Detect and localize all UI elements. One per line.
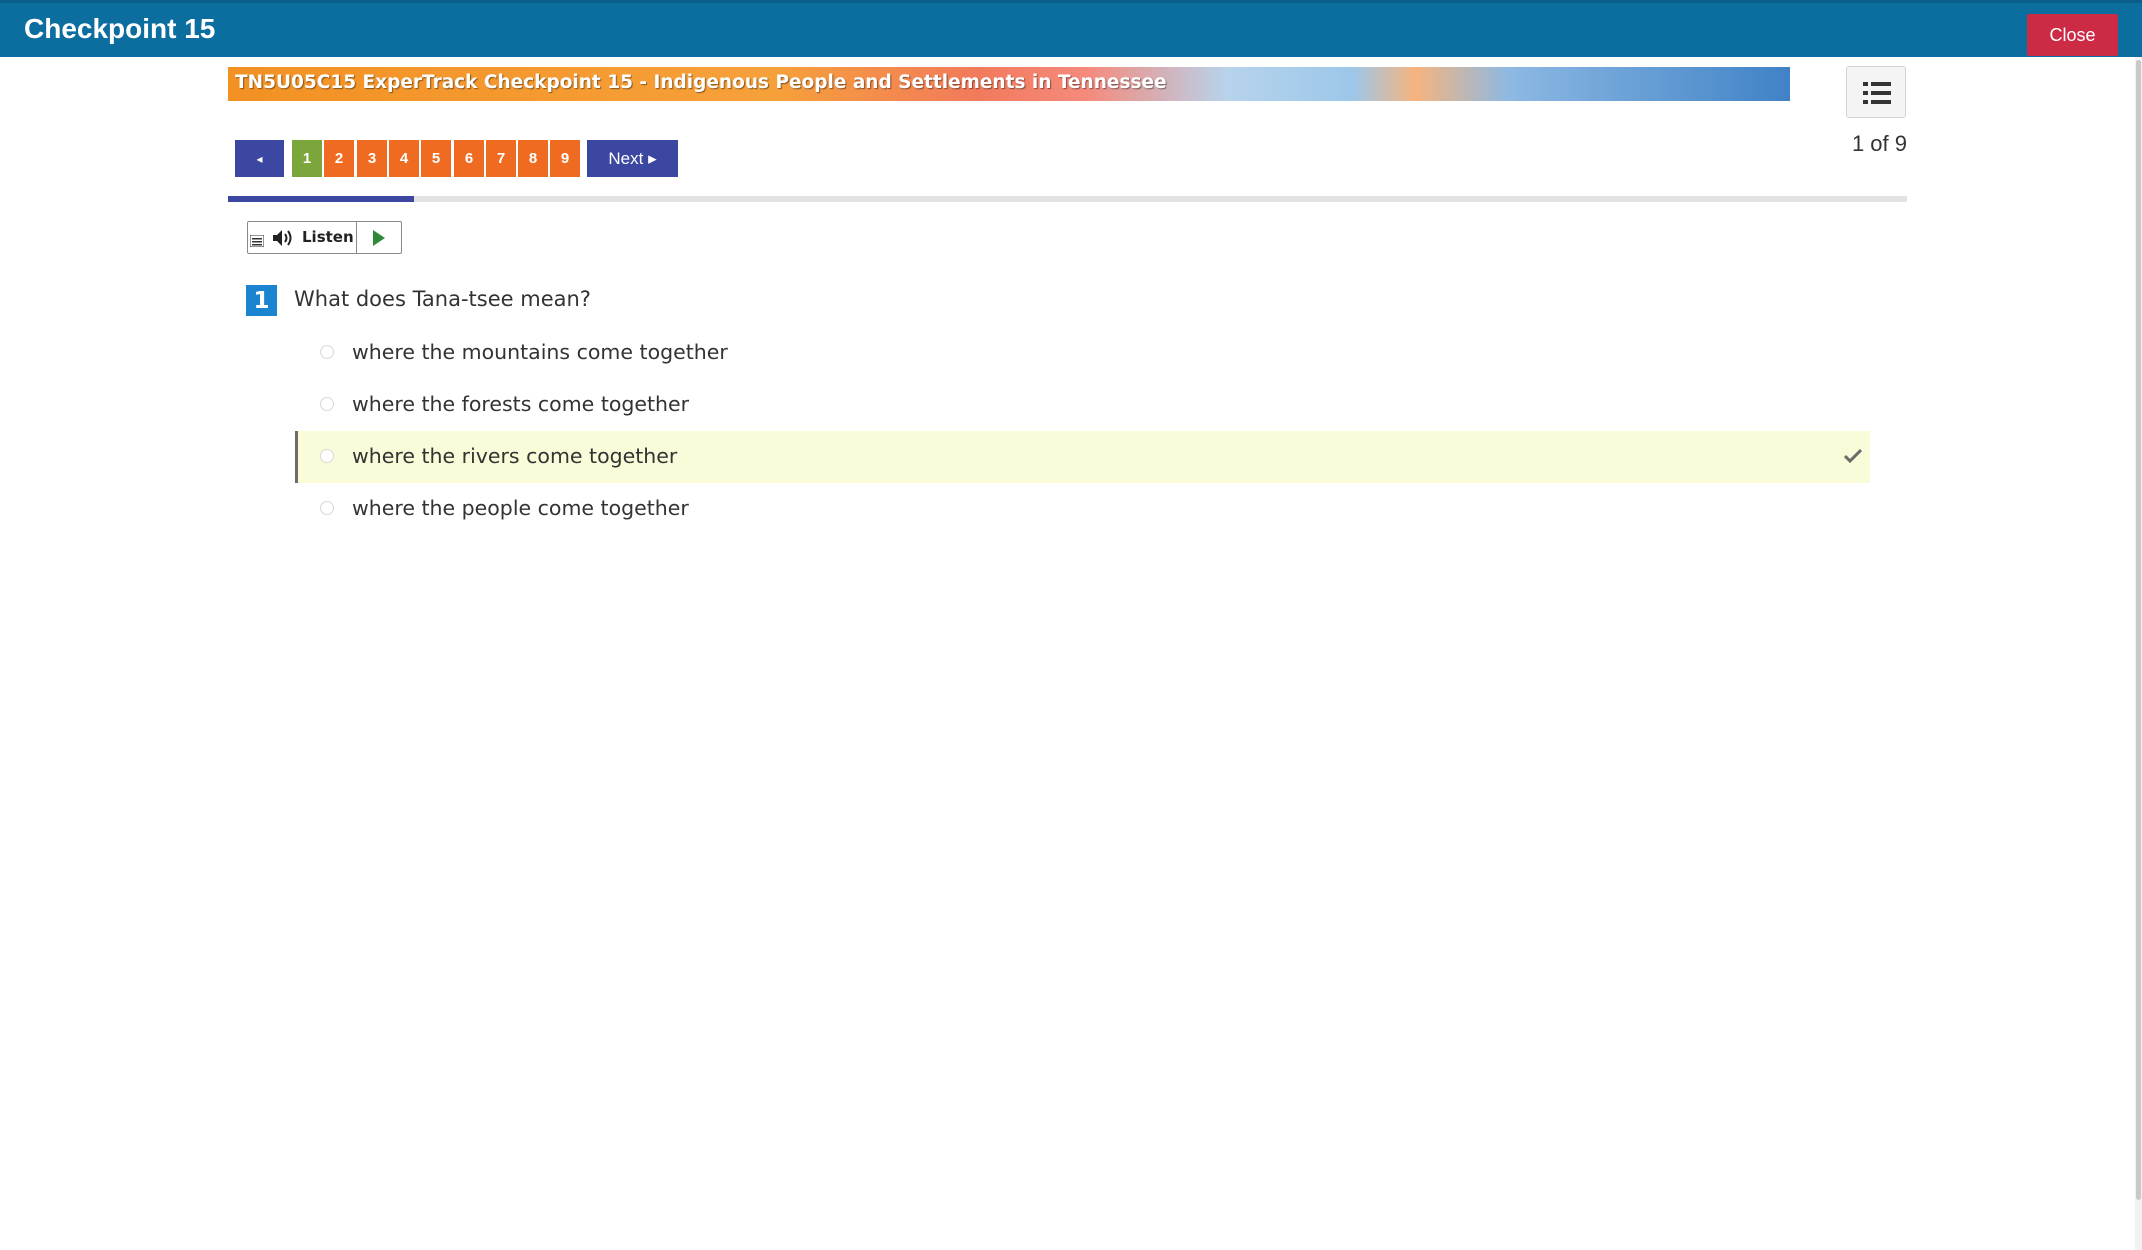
- page-button-9[interactable]: 9: [550, 140, 580, 177]
- answer-option[interactable]: where the mountains come together: [295, 327, 1870, 379]
- scrollbar-thumb[interactable]: [2136, 60, 2141, 1200]
- previous-button[interactable]: ◂: [235, 140, 284, 177]
- page-button-7[interactable]: 7: [486, 140, 516, 177]
- answer-option-label: where the mountains come together: [352, 340, 728, 364]
- question-number-badge: 1: [246, 285, 277, 316]
- page-button-5[interactable]: 5: [421, 140, 451, 177]
- page-button-1[interactable]: 1: [292, 140, 322, 177]
- question-list-button[interactable]: [1846, 66, 1906, 118]
- answer-option-label: where the people come together: [352, 496, 689, 520]
- listen-menu-icon[interactable]: [250, 235, 264, 247]
- close-button[interactable]: Close: [2027, 14, 2118, 56]
- window-title: Checkpoint 15: [24, 13, 216, 44]
- page-button-2[interactable]: 2: [324, 140, 354, 177]
- page-count: 1 of 9: [1851, 131, 1907, 156]
- progress-bar: [228, 196, 1907, 202]
- listen-widget: Listen: [247, 221, 402, 254]
- list-icon: [1863, 82, 1891, 104]
- next-button[interactable]: Next ▸: [587, 140, 678, 177]
- page-button-3[interactable]: 3: [357, 140, 387, 177]
- play-icon: [373, 230, 385, 246]
- radio-button[interactable]: [320, 501, 334, 515]
- listen-divider: [356, 222, 357, 253]
- answer-option[interactable]: where the forests come together: [295, 379, 1870, 431]
- title-bar: Checkpoint 15 Close: [0, 0, 2142, 57]
- progress-fill: [228, 196, 415, 202]
- page-button-8[interactable]: 8: [518, 140, 548, 177]
- page-button-6[interactable]: 6: [454, 140, 484, 177]
- answer-option-label: where the forests come together: [352, 392, 690, 416]
- checkmark-icon: [1844, 448, 1862, 463]
- listen-label: Listen: [302, 228, 354, 246]
- radio-button[interactable]: [320, 449, 334, 463]
- assessment-banner: TN5U05C15 ExperTrack Checkpoint 15 - Ind…: [228, 67, 1790, 101]
- radio-button[interactable]: [320, 345, 334, 359]
- play-button[interactable]: [358, 222, 401, 253]
- speaker-icon: [273, 230, 292, 246]
- radio-button[interactable]: [320, 397, 334, 411]
- page-button-4[interactable]: 4: [389, 140, 419, 177]
- answer-option[interactable]: where the rivers come together: [295, 431, 1870, 483]
- question-text: What does Tana-tsee mean?: [294, 287, 591, 311]
- listen-button[interactable]: Listen: [265, 222, 354, 253]
- banner-title: TN5U05C15 ExperTrack Checkpoint 15 - Ind…: [235, 72, 1167, 93]
- answer-option[interactable]: where the people come together: [295, 483, 1870, 535]
- answer-option-label: where the rivers come together: [352, 444, 678, 468]
